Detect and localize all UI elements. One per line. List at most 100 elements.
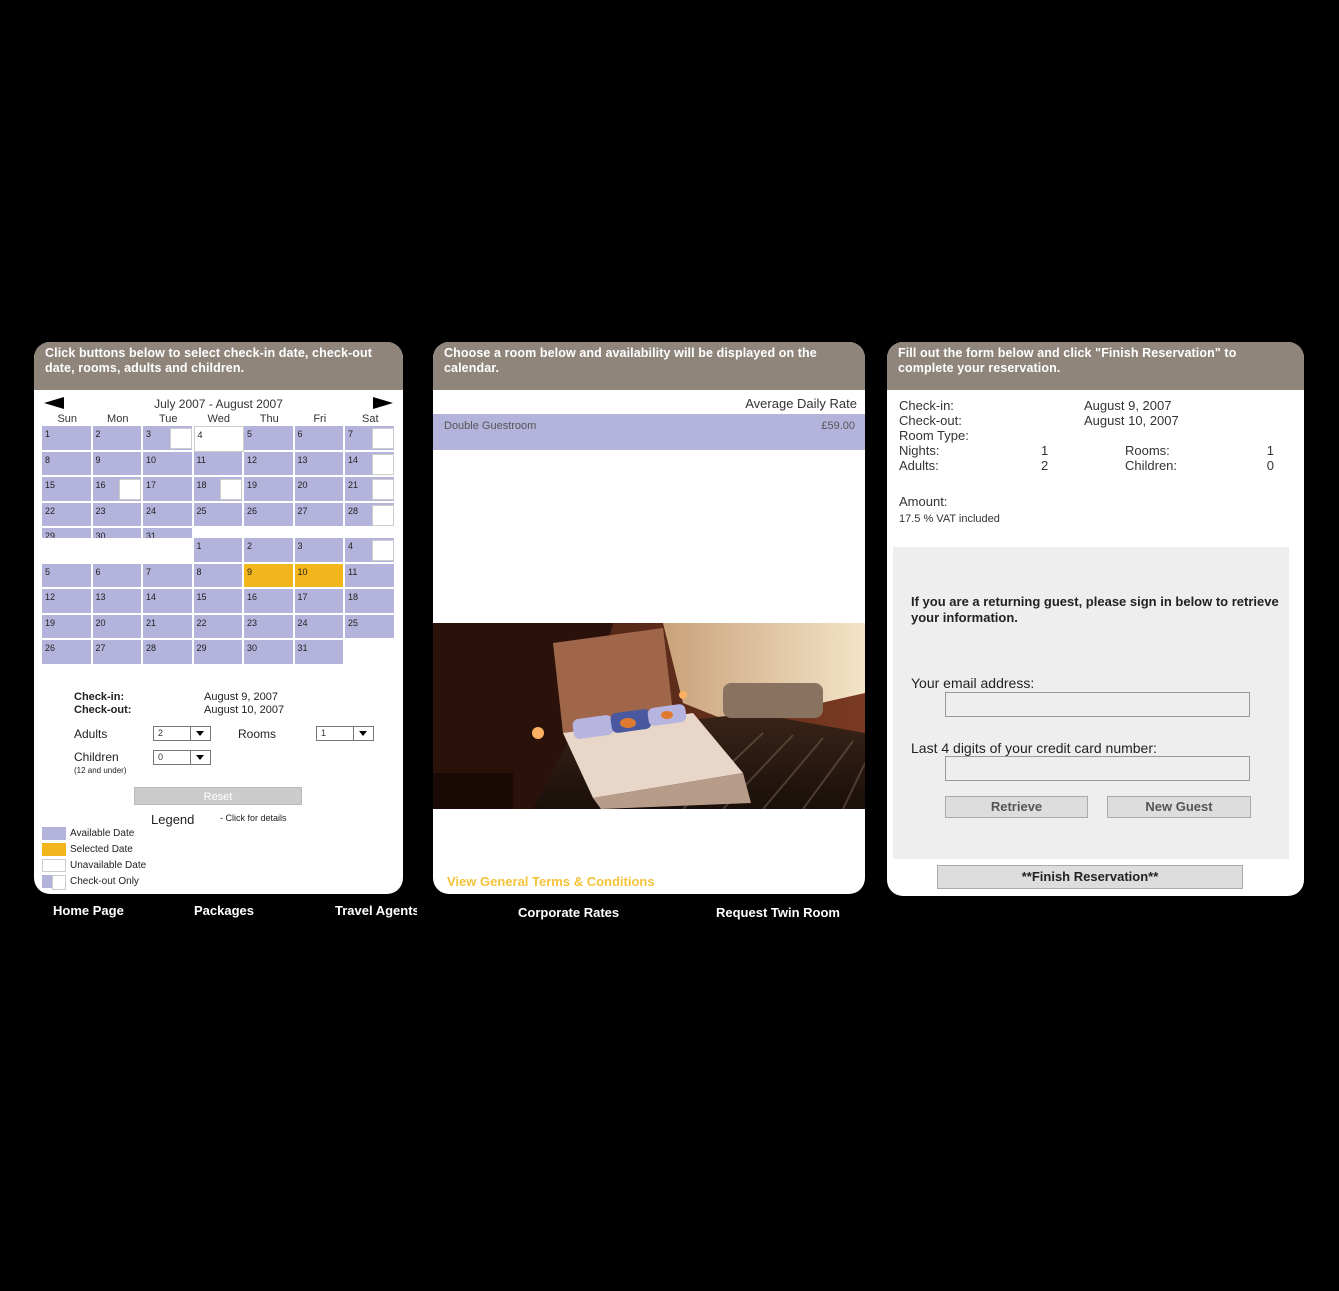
- calendar-day-cell[interactable]: 16: [92, 477, 143, 503]
- adults-select[interactable]: 2: [153, 726, 211, 741]
- calendar-day-cell[interactable]: 31: [294, 640, 345, 666]
- card-digits-field[interactable]: [945, 756, 1250, 781]
- calendar-day-cell[interactable]: 20: [294, 477, 345, 503]
- retrieve-button[interactable]: Retrieve: [945, 796, 1088, 818]
- email-field[interactable]: [945, 692, 1250, 717]
- calendar-day-cell[interactable]: 15: [193, 589, 244, 615]
- nav-home-page[interactable]: Home Page: [53, 903, 124, 918]
- checkin-value: August 9, 2007: [204, 691, 279, 703]
- calendar-day-cell[interactable]: 13: [92, 589, 143, 615]
- calendar-day-cell[interactable]: 8: [42, 451, 93, 477]
- calendar-day-cell[interactable]: 23: [92, 502, 143, 528]
- calendar-day-cell[interactable]: 18: [345, 589, 396, 615]
- calendar-day-cell[interactable]: 13: [294, 451, 345, 477]
- calendar-day-cell[interactable]: 5: [42, 563, 93, 589]
- calendar-day-cell[interactable]: 29: [193, 640, 244, 666]
- calendar-day-cell[interactable]: 28: [345, 502, 396, 528]
- calendar-day-cell[interactable]: 18: [193, 477, 244, 503]
- calendar-day-cell[interactable]: 6: [92, 563, 143, 589]
- calendar-day-cell[interactable]: 14: [345, 451, 396, 477]
- legend-selected-label: Selected Date: [70, 843, 133, 855]
- calendar-day-cell[interactable]: 3: [294, 538, 345, 564]
- calendar-day-cell[interactable]: 24: [143, 502, 194, 528]
- legend-details-link[interactable]: - Click for details: [220, 813, 287, 823]
- next-month-arrow-icon[interactable]: [373, 397, 393, 409]
- average-daily-rate-heading: Average Daily Rate: [745, 396, 857, 411]
- calendar-day-cell[interactable]: 4: [345, 538, 396, 564]
- calendar-day-cell[interactable]: 8: [193, 563, 244, 589]
- children-select[interactable]: 0: [153, 750, 211, 765]
- calendar-day-cell[interactable]: 14: [143, 589, 194, 615]
- calendar-day-cell[interactable]: 11: [193, 451, 244, 477]
- calendar-day-cell[interactable]: 27: [294, 502, 345, 528]
- calendar-day-cell[interactable]: 10: [294, 563, 345, 589]
- new-guest-button[interactable]: New Guest: [1107, 796, 1251, 818]
- calendar-day-cell[interactable]: 9: [92, 451, 143, 477]
- calendar-day-cell[interactable]: 21: [143, 614, 194, 640]
- calendar-day-cell[interactable]: 24: [294, 614, 345, 640]
- calendar-grid-july: 1 2 3 4 5 6 7 8 9 10 11 12 13 14 15 16 17 18 19 20 21 22 23 24 2…: [42, 426, 396, 554]
- calendar-day-cell[interactable]: 17: [294, 589, 345, 615]
- calendar-selection-summary: Check-in: August 9, 2007 Check-out: August…: [74, 691, 284, 717]
- calendar-day-cell[interactable]: 25: [193, 502, 244, 528]
- calendar-day-cell[interactable]: 17: [143, 477, 194, 503]
- calendar-day-cell[interactable]: 19: [42, 614, 93, 640]
- res-adults-value: 2: [1041, 458, 1049, 473]
- vat-note: 17.5 % VAT included: [899, 513, 1000, 525]
- calendar-day-cell[interactable]: 2: [244, 538, 295, 564]
- calendar-day-cell[interactable]: 22: [193, 614, 244, 640]
- calendar-day-cell[interactable]: 7: [143, 563, 194, 589]
- calendar-day-cell[interactable]: 22: [42, 502, 93, 528]
- returning-guest-box: If you are a returning guest, please sig…: [893, 547, 1289, 859]
- calendar-day-cell[interactable]: 26: [244, 502, 295, 528]
- calendar-day-cell[interactable]: 2: [92, 426, 143, 452]
- weekday-label: Wed: [207, 413, 230, 425]
- room-row-double[interactable]: Double Guestroom £59.00: [433, 414, 865, 450]
- calendar-day-cell[interactable]: 23: [244, 614, 295, 640]
- calendar-day-cell[interactable]: 1: [42, 426, 93, 452]
- calendar-day-cell[interactable]: 21: [345, 477, 396, 503]
- rooms-select[interactable]: 1: [316, 726, 374, 741]
- calendar-day-cell[interactable]: 12: [42, 589, 93, 615]
- calendar-day-cell[interactable]: 6: [294, 426, 345, 452]
- calendar-day-cell[interactable]: 30: [244, 640, 295, 666]
- reservation-panel-header: Fill out the form below and click "Finis…: [887, 342, 1304, 390]
- checkin-label: Check-in:: [74, 691, 125, 703]
- calendar-day-cell[interactable]: 26: [42, 640, 93, 666]
- res-children-label: Children:: [1125, 458, 1178, 473]
- calendar-day-cell[interactable]: 1: [193, 538, 244, 564]
- calendar-day-cell[interactable]: 20: [92, 614, 143, 640]
- calendar-day-cell[interactable]: 15: [42, 477, 93, 503]
- reset-button[interactable]: Reset: [134, 787, 302, 805]
- res-rooms-label: Rooms:: [1125, 443, 1170, 458]
- calendar-day-cell[interactable]: 3: [143, 426, 194, 452]
- chevron-down-icon[interactable]: [190, 727, 210, 740]
- res-rooms-value: 1: [1266, 443, 1274, 458]
- chevron-down-icon[interactable]: [190, 751, 210, 764]
- calendar-empty-cell: [92, 538, 143, 564]
- res-nights-label: Nights:: [899, 443, 940, 458]
- adults-select-value: 2: [158, 728, 164, 738]
- checkout-only-swatch: [42, 874, 66, 890]
- weekday-label: Sun: [57, 413, 78, 425]
- calendar-day-cell[interactable]: 10: [143, 451, 194, 477]
- calendar-day-cell[interactable]: 5: [244, 426, 295, 452]
- selected-swatch: [42, 842, 66, 856]
- calendar-day-cell[interactable]: 28: [143, 640, 194, 666]
- nav-travel-agents[interactable]: Travel Agents: [335, 903, 417, 918]
- finish-reservation-button[interactable]: **Finish Reservation**: [937, 865, 1243, 889]
- calendar-day-cell[interactable]: 19: [244, 477, 295, 503]
- calendar-day-cell[interactable]: 16: [244, 589, 295, 615]
- chevron-down-icon[interactable]: [353, 727, 373, 740]
- calendar-day-cell[interactable]: 7: [345, 426, 396, 452]
- calendar-day-cell[interactable]: 25: [345, 614, 396, 640]
- terms-conditions-link[interactable]: View General Terms & Conditions: [447, 874, 655, 889]
- legend-item-checkout-only: Check-out Only: [42, 873, 146, 890]
- calendar-day-cell[interactable]: 12: [244, 451, 295, 477]
- calendar-day-cell[interactable]: 27: [92, 640, 143, 666]
- calendar-day-cell[interactable]: 11: [345, 563, 396, 589]
- nav-corporate-rates[interactable]: Corporate Rates: [518, 905, 619, 920]
- calendar-day-cell[interactable]: 9: [244, 563, 295, 589]
- nav-request-twin-room[interactable]: Request Twin Room: [716, 905, 840, 920]
- nav-packages[interactable]: Packages: [194, 903, 254, 918]
